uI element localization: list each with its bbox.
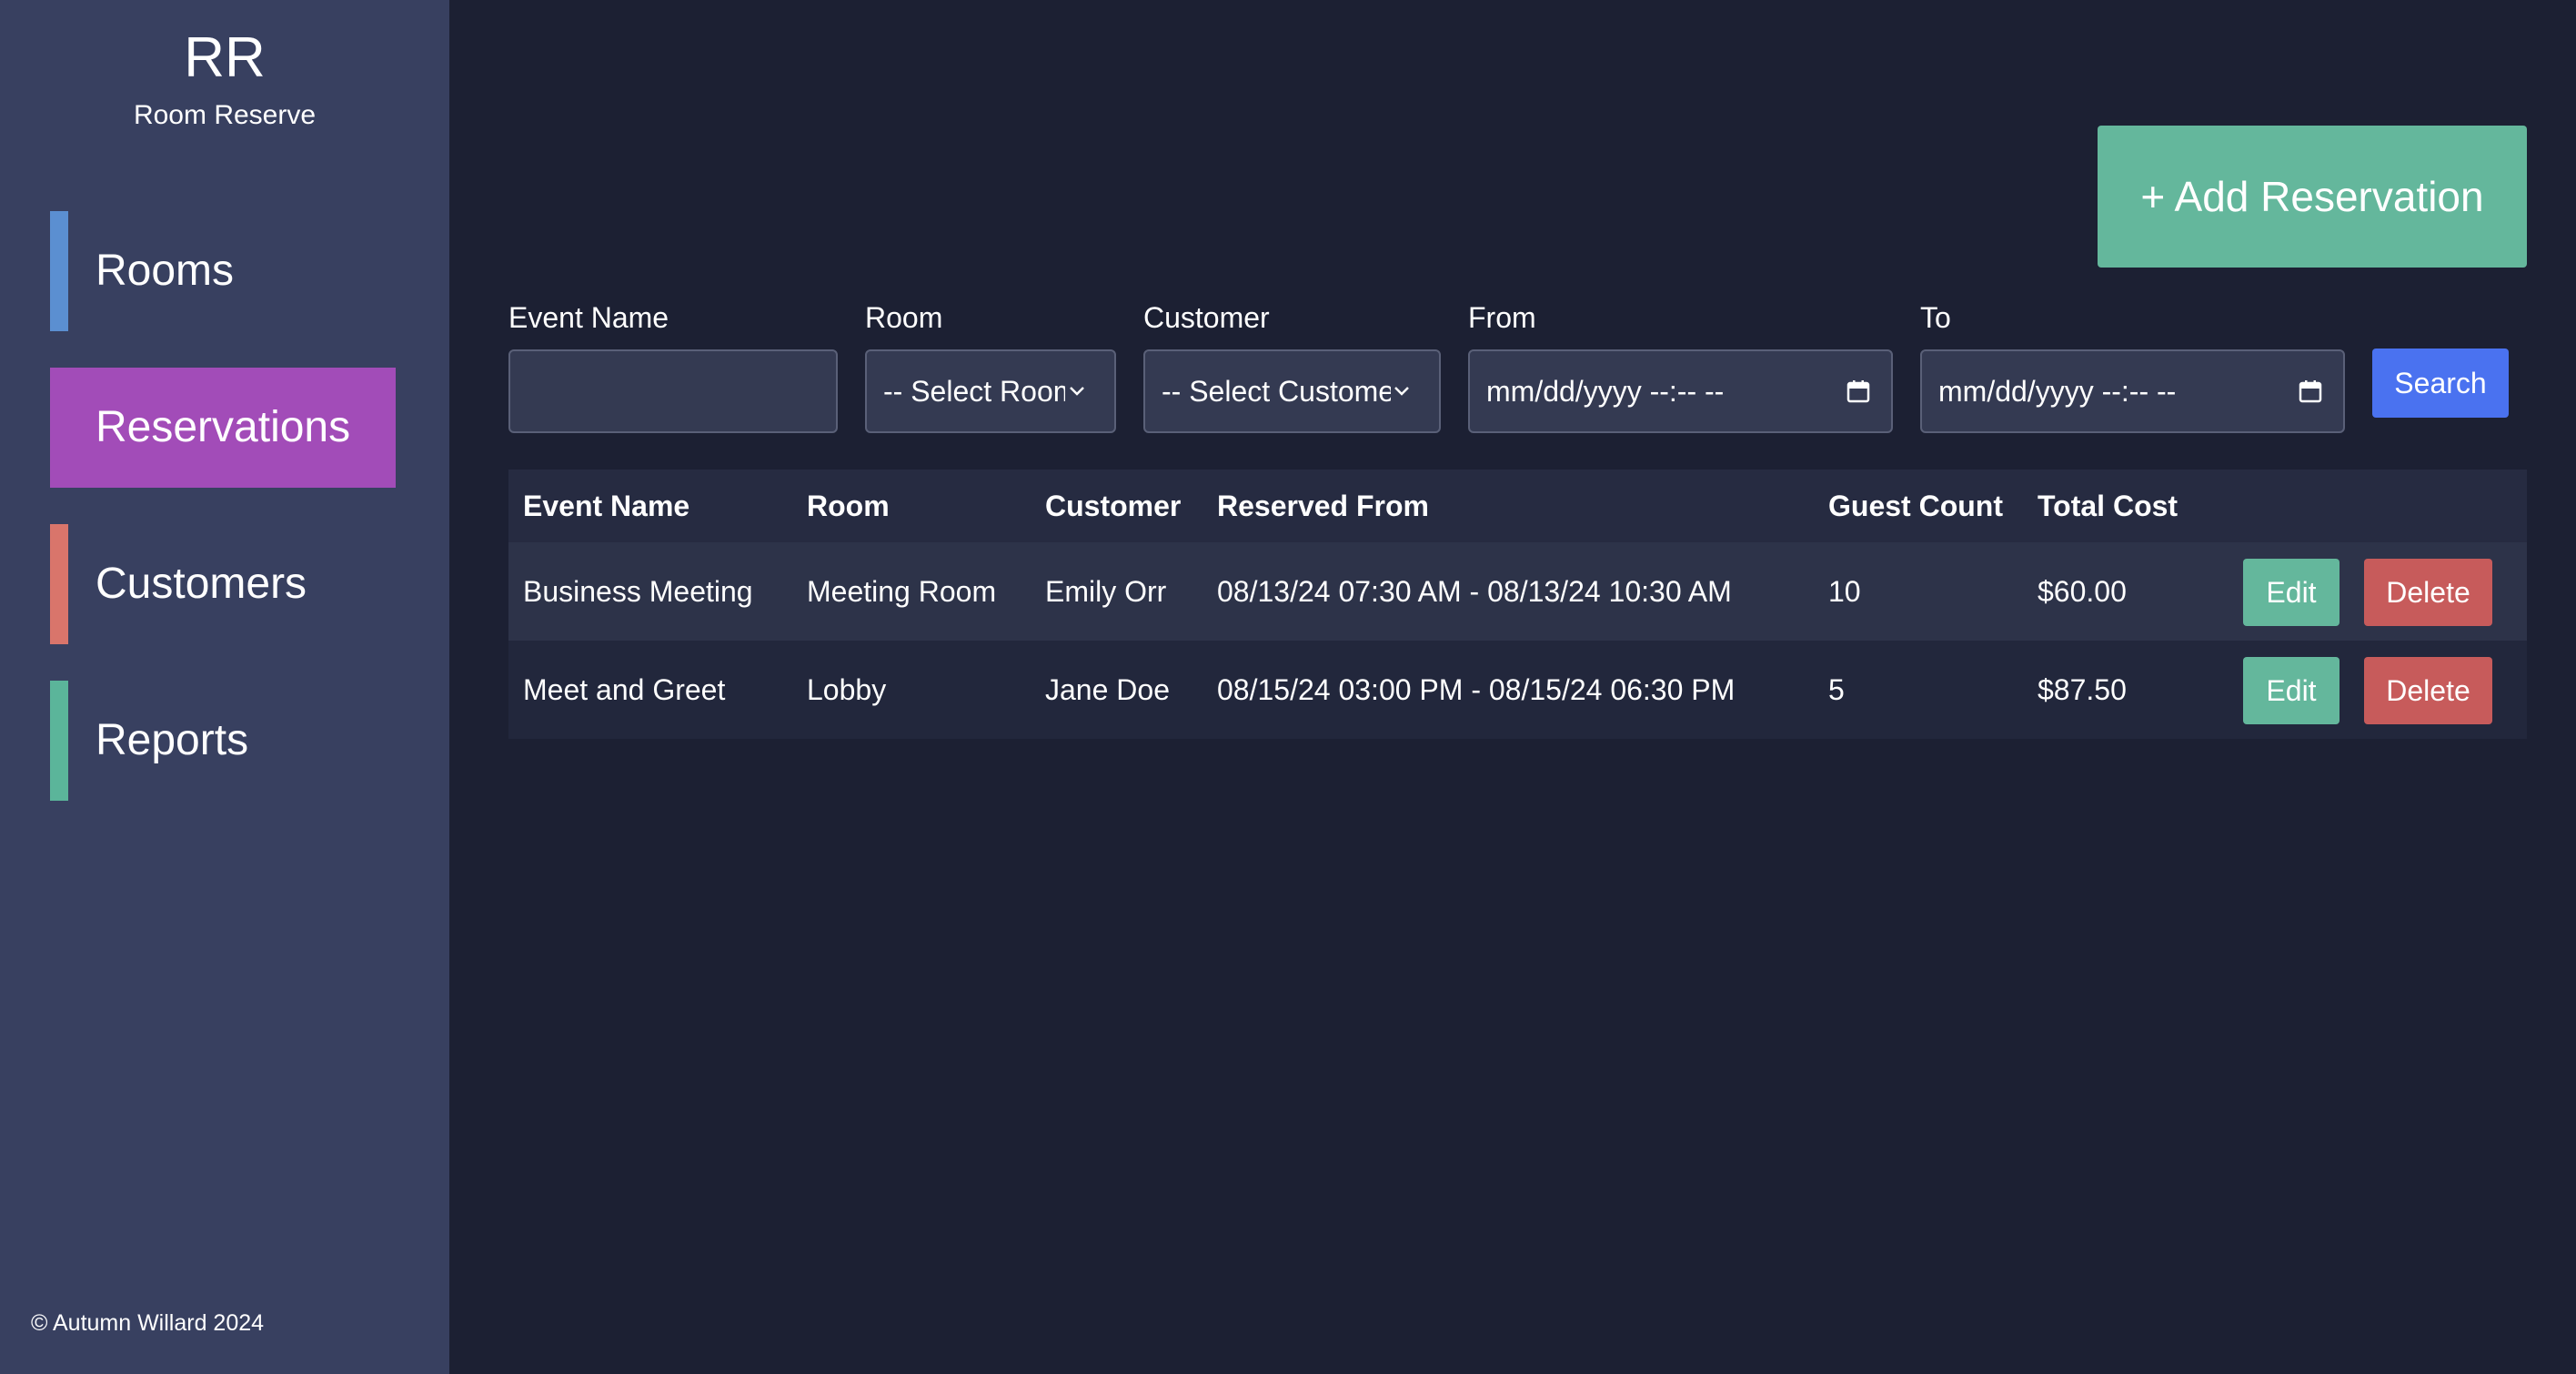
table-header-row: Event Name Room Customer Reserved From G…	[508, 470, 2527, 542]
customer-select-value: -- Select Customer --	[1162, 375, 1391, 408]
search-button[interactable]: Search	[2372, 349, 2509, 418]
from-datetime-value: mm/dd/yyyy --:-- --	[1486, 375, 1725, 408]
sidebar-item-label: Reservations	[96, 403, 351, 451]
to-label: To	[1920, 301, 1951, 334]
cell-guest-count: 10	[1828, 575, 1861, 608]
footer-copyright: © Autumn Willard 2024	[31, 1310, 265, 1336]
event-name-input[interactable]	[508, 349, 838, 433]
column-header-event-name: Event Name	[523, 490, 690, 522]
room-select-value: -- Select Room --	[883, 375, 1065, 408]
to-datetime-input[interactable]: mm/dd/yyyy --:-- --	[1920, 349, 2345, 433]
sidebar-item-label: Reports	[96, 716, 249, 764]
edit-button[interactable]: Edit	[2243, 657, 2340, 724]
from-datetime-input[interactable]: mm/dd/yyyy --:-- --	[1468, 349, 1893, 433]
customers-color-bar	[50, 524, 68, 644]
column-header-reserved-from: Reserved From	[1217, 490, 1429, 522]
calendar-icon[interactable]	[1846, 379, 1871, 404]
column-header-guest-count: Guest Count	[1828, 490, 2003, 522]
cell-room: Meeting Room	[807, 575, 997, 608]
customer-label: Customer	[1143, 301, 1270, 334]
cell-event-name: Meet and Greet	[523, 673, 726, 706]
sidebar-item-label: Customers	[96, 560, 307, 608]
sidebar-item-customers[interactable]: Customers	[50, 524, 396, 644]
event-name-label: Event Name	[508, 301, 669, 334]
delete-button[interactable]: Delete	[2364, 657, 2492, 724]
cell-total-cost: $87.50	[2038, 673, 2127, 706]
table-row: Business Meeting Meeting Room Emily Orr …	[508, 542, 2527, 641]
table-row: Meet and Greet Lobby Jane Doe 08/15/24 0…	[508, 641, 2527, 739]
cell-event-name: Business Meeting	[523, 575, 753, 608]
chevron-down-icon	[1394, 387, 1409, 396]
rooms-color-bar	[50, 211, 68, 331]
brand-name: Room Reserve	[133, 100, 317, 130]
app: RR Room Reserve Rooms Reservations Custo…	[0, 0, 2576, 1374]
calendar-icon[interactable]	[2298, 379, 2323, 404]
cell-customer: Jane Doe	[1045, 673, 1170, 706]
column-header-total-cost: Total Cost	[2038, 490, 2179, 522]
sidebar-item-reports[interactable]: Reports	[50, 681, 396, 801]
chevron-down-icon	[1070, 387, 1084, 396]
cell-reserved: 08/13/24 07:30 AM - 08/13/24 10:30 AM	[1217, 575, 1732, 608]
to-datetime-value: mm/dd/yyyy --:-- --	[1938, 375, 2177, 408]
sidebar-item-label: Rooms	[96, 247, 235, 295]
cell-total-cost: $60.00	[2038, 575, 2127, 608]
delete-button[interactable]: Delete	[2364, 559, 2492, 626]
brand-logo: RR	[184, 26, 266, 89]
customer-select[interactable]: -- Select Customer --	[1143, 349, 1441, 433]
sidebar-item-rooms[interactable]: Rooms	[50, 211, 396, 331]
cell-guest-count: 5	[1828, 673, 1845, 706]
from-label: From	[1468, 301, 1536, 334]
column-header-customer: Customer	[1045, 490, 1182, 522]
cell-room: Lobby	[807, 673, 887, 706]
edit-button[interactable]: Edit	[2243, 559, 2340, 626]
sidebar-item-reservations[interactable]: Reservations	[50, 368, 396, 488]
sidebar: RR Room Reserve Rooms Reservations Custo…	[0, 0, 449, 1374]
room-label: Room	[865, 301, 943, 334]
cell-reserved: 08/15/24 03:00 PM - 08/15/24 06:30 PM	[1217, 673, 1736, 706]
add-reservation-button[interactable]: + Add Reservation	[2098, 126, 2527, 268]
room-select[interactable]: -- Select Room --	[865, 349, 1116, 433]
reports-color-bar	[50, 681, 68, 801]
cell-customer: Emily Orr	[1045, 575, 1167, 608]
column-header-room: Room	[807, 490, 890, 522]
